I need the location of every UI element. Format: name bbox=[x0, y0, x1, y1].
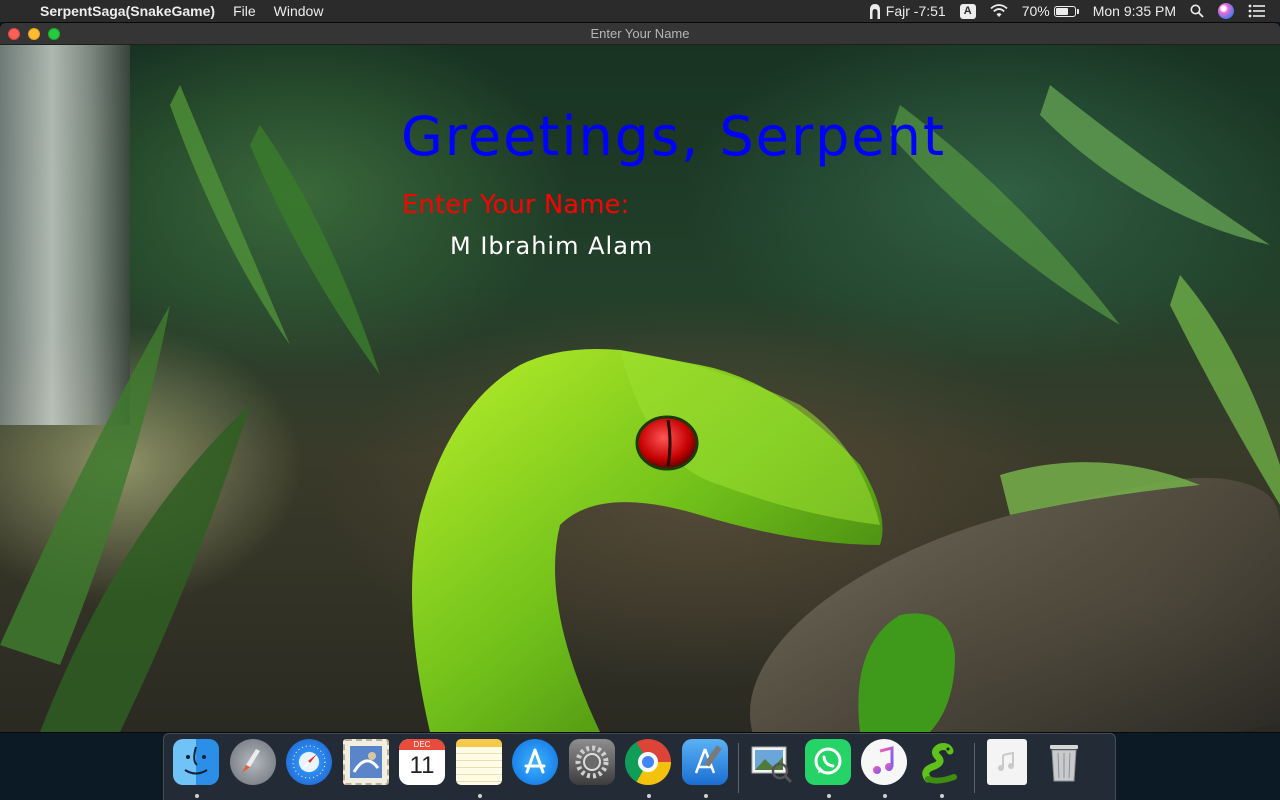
dock-item-mail[interactable] bbox=[342, 739, 391, 799]
prayer-times-status[interactable]: Fajr -7:51 bbox=[868, 3, 946, 19]
dock-item-calendar[interactable]: DEC 11 bbox=[399, 739, 447, 799]
running-indicator bbox=[477, 794, 482, 798]
notes-icon bbox=[455, 739, 502, 785]
whatsapp-icon bbox=[804, 739, 851, 785]
running-indicator bbox=[883, 794, 887, 798]
dock-item-system-preferences[interactable] bbox=[568, 739, 617, 799]
dock-item-snake-game[interactable] bbox=[918, 739, 966, 799]
name-prompt-label: Enter Your Name: bbox=[402, 190, 630, 220]
itunes-icon bbox=[861, 739, 907, 785]
app-store-icon bbox=[512, 739, 558, 785]
dock-separator bbox=[974, 743, 975, 793]
battery-status[interactable]: 70% bbox=[1022, 3, 1079, 19]
dock-item-preview[interactable] bbox=[748, 739, 796, 799]
wifi-icon[interactable] bbox=[990, 4, 1008, 18]
running-indicator bbox=[939, 794, 944, 798]
status-area: Fajr -7:51 A 70% Mon 9:35 PM bbox=[854, 0, 1280, 22]
dock-item-finder[interactable] bbox=[173, 739, 221, 799]
calendar-month: DEC bbox=[399, 739, 445, 750]
battery-level-fill bbox=[1055, 7, 1068, 15]
safari-icon bbox=[286, 739, 332, 785]
finder-icon bbox=[173, 739, 219, 785]
system-preferences-icon bbox=[568, 739, 615, 785]
window-title: Enter Your Name bbox=[590, 26, 690, 41]
menu-bar: SerpentSaga(SnakeGame) File Window Fajr … bbox=[0, 0, 1280, 22]
dock-item-app-store[interactable] bbox=[512, 739, 560, 799]
music-file-icon bbox=[987, 739, 1027, 785]
greeting-title: Greetings, Serpent bbox=[401, 105, 947, 168]
launchpad-icon bbox=[229, 739, 276, 785]
mosque-icon bbox=[869, 4, 880, 19]
dock: DEC 11 bbox=[163, 733, 1116, 800]
dock-separator bbox=[738, 743, 739, 793]
dock-item-launchpad[interactable] bbox=[229, 739, 278, 799]
prayer-time-text: Fajr -7:51 bbox=[885, 3, 946, 19]
notification-center-icon[interactable] bbox=[1248, 4, 1266, 18]
dock-item-trash[interactable] bbox=[1041, 739, 1089, 799]
dock-item-safari[interactable] bbox=[286, 739, 334, 799]
dock-item-itunes[interactable] bbox=[861, 739, 909, 799]
game-background: Greetings, Serpent Enter Your Name: bbox=[0, 45, 1280, 732]
chrome-icon bbox=[625, 739, 671, 785]
battery-tip bbox=[1076, 8, 1079, 14]
battery-percent: 70% bbox=[1021, 3, 1050, 19]
menu-file[interactable]: File bbox=[233, 3, 256, 19]
calendar-day: 11 bbox=[409, 752, 435, 779]
game-window: Enter Your Name Greetings, Serpent Enter… bbox=[0, 23, 1280, 732]
siri-icon[interactable] bbox=[1218, 3, 1234, 19]
dock-item-music-file[interactable] bbox=[984, 739, 1032, 799]
dock-item-notes[interactable] bbox=[455, 739, 504, 799]
dock-item-whatsapp[interactable] bbox=[804, 739, 853, 799]
running-indicator bbox=[195, 794, 199, 798]
window-titlebar[interactable]: Enter Your Name bbox=[0, 23, 1280, 45]
running-indicator bbox=[826, 794, 831, 798]
running-indicator bbox=[647, 794, 651, 798]
input-source-icon[interactable]: A bbox=[959, 3, 976, 19]
calendar-icon: DEC 11 bbox=[399, 739, 445, 785]
app-menu[interactable]: SerpentSaga(SnakeGame) bbox=[40, 3, 215, 19]
xcode-icon bbox=[681, 739, 728, 785]
mail-icon bbox=[342, 739, 389, 785]
preview-icon bbox=[748, 739, 794, 785]
clock[interactable]: Mon 9:35 PM bbox=[1093, 3, 1176, 19]
battery-icon bbox=[1053, 5, 1076, 17]
dock-item-chrome[interactable] bbox=[625, 739, 673, 799]
spotlight-search-icon[interactable] bbox=[1190, 4, 1204, 18]
running-indicator bbox=[703, 794, 708, 798]
snake-game-icon bbox=[918, 739, 964, 785]
player-name-input[interactable] bbox=[440, 228, 740, 264]
dock-item-xcode[interactable] bbox=[681, 739, 730, 799]
menu-window[interactable]: Window bbox=[274, 3, 324, 19]
trash-icon bbox=[1041, 739, 1087, 785]
